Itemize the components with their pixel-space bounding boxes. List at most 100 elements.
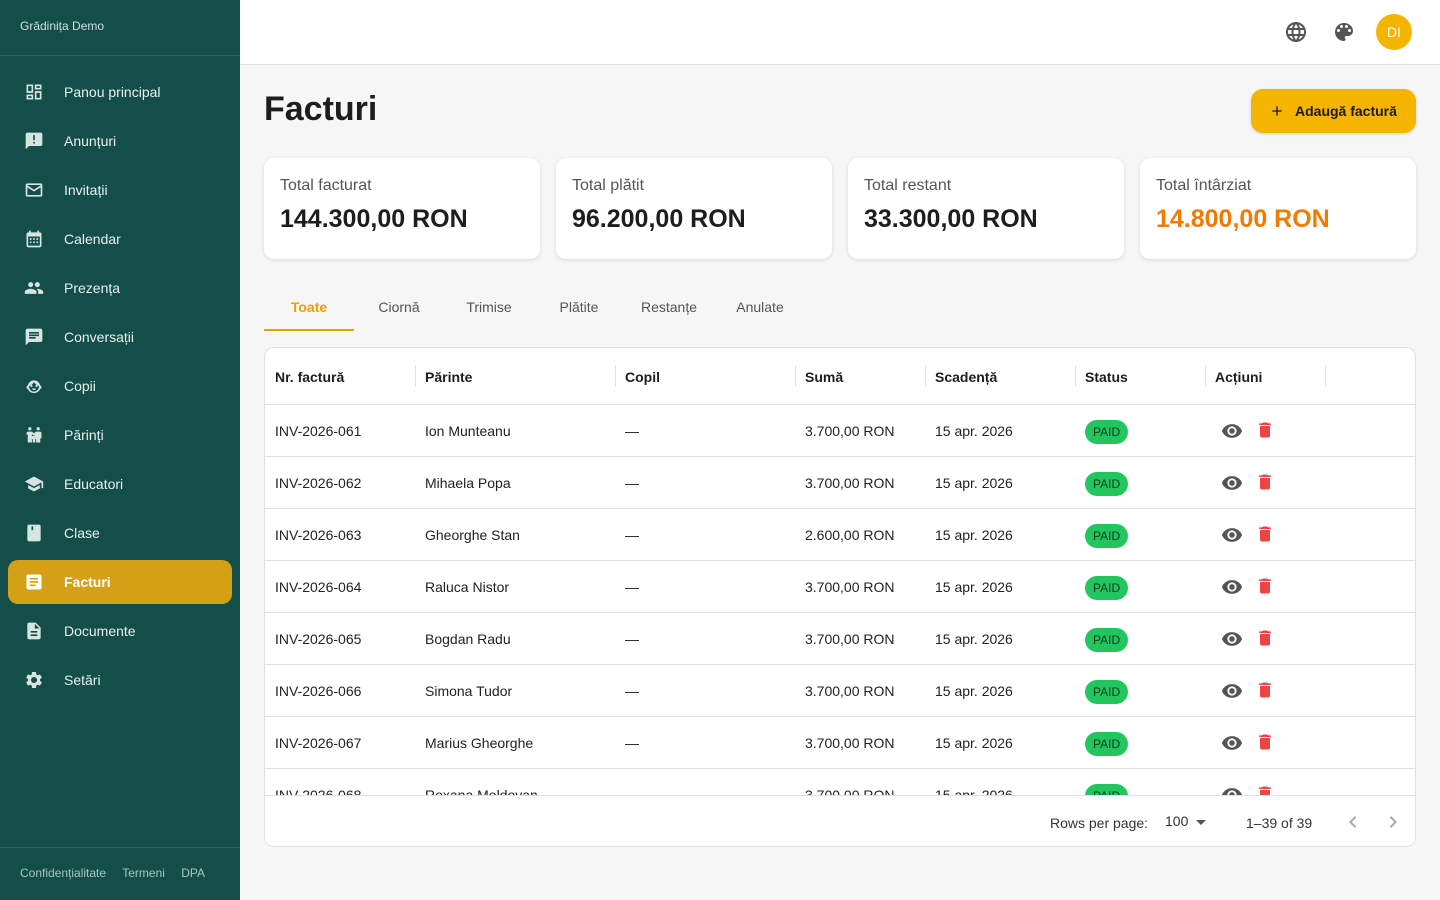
view-icon[interactable] (1221, 628, 1243, 650)
palette-icon[interactable] (1332, 20, 1356, 44)
delete-icon[interactable] (1255, 575, 1275, 597)
sum-cell: 3.700,00 RON (805, 475, 895, 491)
sidebar-item-documente[interactable]: Documente (8, 609, 232, 653)
column-divider[interactable] (795, 365, 796, 387)
invoice-number-cell: INV-2026-068 (275, 787, 362, 795)
column-divider[interactable] (1325, 365, 1326, 387)
add-invoice-label: Adaugă factură (1295, 103, 1397, 119)
view-icon[interactable] (1221, 472, 1243, 494)
sum-cell: 2.600,00 RON (805, 527, 895, 543)
column-header-parent[interactable]: Părinte (425, 369, 472, 385)
parent-cell: Marius Gheorghe (425, 735, 534, 751)
table-row[interactable]: INV-2026-067 Marius Gheorghe — 3.700,00 RON… (265, 717, 1415, 769)
previous-page-button[interactable] (1341, 810, 1365, 834)
column-header-sum[interactable]: Sumă (805, 369, 843, 385)
family-icon (24, 425, 44, 445)
status-badge: PAID (1085, 420, 1129, 444)
child-cell: — (625, 787, 639, 795)
dashboard-icon (24, 82, 44, 102)
sidebar-item-setari[interactable]: Setări (8, 658, 232, 702)
delete-icon[interactable] (1255, 471, 1275, 493)
sidebar-item-prezenta[interactable]: Prezența (8, 266, 232, 310)
status-badge: PAID (1085, 680, 1129, 704)
tab-anulate[interactable]: Anulate (714, 286, 806, 331)
sidebar-item-conversatii[interactable]: Conversații (8, 315, 232, 359)
sidebar-item-educatori[interactable]: Educatori (8, 462, 232, 506)
tab-platite[interactable]: Plătite (534, 286, 624, 331)
sidebar-item-anunturi[interactable]: Anunțuri (8, 119, 232, 163)
avatar[interactable]: DI (1376, 14, 1412, 50)
sidebar-item-label: Clase (64, 525, 100, 541)
invoice-number-cell: INV-2026-063 (275, 527, 362, 543)
tab-restante[interactable]: Restanțe (624, 286, 714, 331)
table-row[interactable]: INV-2026-068 Roxana Moldovan — 3.700,00 RON… (265, 769, 1415, 795)
child-cell: — (625, 579, 639, 595)
column-header-status[interactable]: Status (1085, 369, 1128, 385)
column-header-child[interactable]: Copil (625, 369, 660, 385)
stat-label: Total plătit (572, 177, 645, 194)
tab-toate[interactable]: Toate (264, 286, 354, 331)
view-icon[interactable] (1221, 420, 1243, 442)
add-invoice-button[interactable]: Adaugă factură (1251, 89, 1416, 133)
column-header-actions: Acțiuni (1215, 369, 1263, 385)
globe-icon[interactable] (1284, 20, 1308, 44)
sum-cell: 3.700,00 RON (805, 787, 895, 795)
column-header-due[interactable]: Scadență (935, 369, 997, 385)
table-row[interactable]: INV-2026-062 Mihaela Popa — 3.700,00 RON 15 … (265, 457, 1415, 509)
column-divider[interactable] (925, 365, 926, 387)
sidebar-item-label: Panou principal (64, 84, 161, 100)
view-icon[interactable] (1221, 680, 1243, 702)
delete-icon[interactable] (1255, 731, 1275, 753)
document-icon (24, 621, 44, 641)
delete-icon[interactable] (1255, 419, 1275, 441)
tab-ciorna[interactable]: Ciornă (354, 286, 444, 331)
sidebar-item-label: Documente (64, 623, 136, 639)
view-icon[interactable] (1221, 784, 1243, 795)
sidebar-item-calendar[interactable]: Calendar (8, 217, 232, 261)
sidebar-item-panou-principal[interactable]: Panou principal (8, 70, 232, 114)
view-icon[interactable] (1221, 732, 1243, 754)
column-header-nr[interactable]: Nr. factură (275, 369, 344, 385)
sum-cell: 3.700,00 RON (805, 631, 895, 647)
dpa-link[interactable]: DPA (181, 866, 205, 880)
sidebar-item-label: Invitații (64, 182, 108, 198)
brand-name: Grădinița Demo (0, 0, 240, 56)
announcement-icon (24, 131, 44, 151)
parent-cell: Mihaela Popa (425, 475, 511, 491)
column-divider[interactable] (615, 365, 616, 387)
table-row[interactable]: INV-2026-065 Bogdan Radu — 3.700,00 RON 15 a… (265, 613, 1415, 665)
sidebar-item-parinti[interactable]: Părinți (8, 413, 232, 457)
delete-icon[interactable] (1255, 627, 1275, 649)
child-cell: — (625, 475, 639, 491)
view-icon[interactable] (1221, 524, 1243, 546)
view-icon[interactable] (1221, 576, 1243, 598)
next-page-button[interactable] (1381, 810, 1405, 834)
terms-link[interactable]: Termeni (122, 866, 165, 880)
sidebar-item-invitatii[interactable]: Invitații (8, 168, 232, 212)
topbar: DI (240, 0, 1440, 65)
stat-card-total-paid: Total plătit 96.200,00 RON (556, 158, 832, 259)
delete-icon[interactable] (1255, 523, 1275, 545)
table-row[interactable]: INV-2026-066 Simona Tudor — 3.700,00 RON 15 … (265, 665, 1415, 717)
page-title: Facturi (264, 90, 378, 128)
column-divider[interactable] (415, 365, 416, 387)
child-cell: — (625, 683, 639, 699)
parent-cell: Raluca Nistor (425, 579, 510, 595)
delete-icon[interactable] (1255, 679, 1275, 701)
delete-icon[interactable] (1255, 783, 1275, 795)
tab-trimise[interactable]: Trimise (444, 286, 534, 331)
caret-down-icon (1196, 819, 1207, 825)
sidebar-item-facturi[interactable]: Facturi (8, 560, 232, 604)
table-row[interactable]: INV-2026-061 Ion Munteanu — 3.700,00 RON 15 … (265, 405, 1415, 457)
sidebar-item-label: Setări (64, 672, 101, 688)
sum-cell: 3.700,00 RON (805, 735, 895, 751)
column-divider[interactable] (1205, 365, 1206, 387)
privacy-link[interactable]: Confidențialitate (20, 866, 106, 880)
table-row[interactable]: INV-2026-064 Raluca Nistor — 3.700,00 RON 15… (265, 561, 1415, 613)
rows-per-page-select[interactable]: 100 (1165, 813, 1207, 829)
table-body[interactable]: INV-2026-061 Ion Munteanu — 3.700,00 RON 15 … (265, 405, 1415, 795)
column-divider[interactable] (1075, 365, 1076, 387)
sidebar-item-copii[interactable]: Copii (8, 364, 232, 408)
sidebar-item-clase[interactable]: Clase (8, 511, 232, 555)
table-row[interactable]: INV-2026-063 Gheorghe Stan — 2.600,00 RON 15… (265, 509, 1415, 561)
